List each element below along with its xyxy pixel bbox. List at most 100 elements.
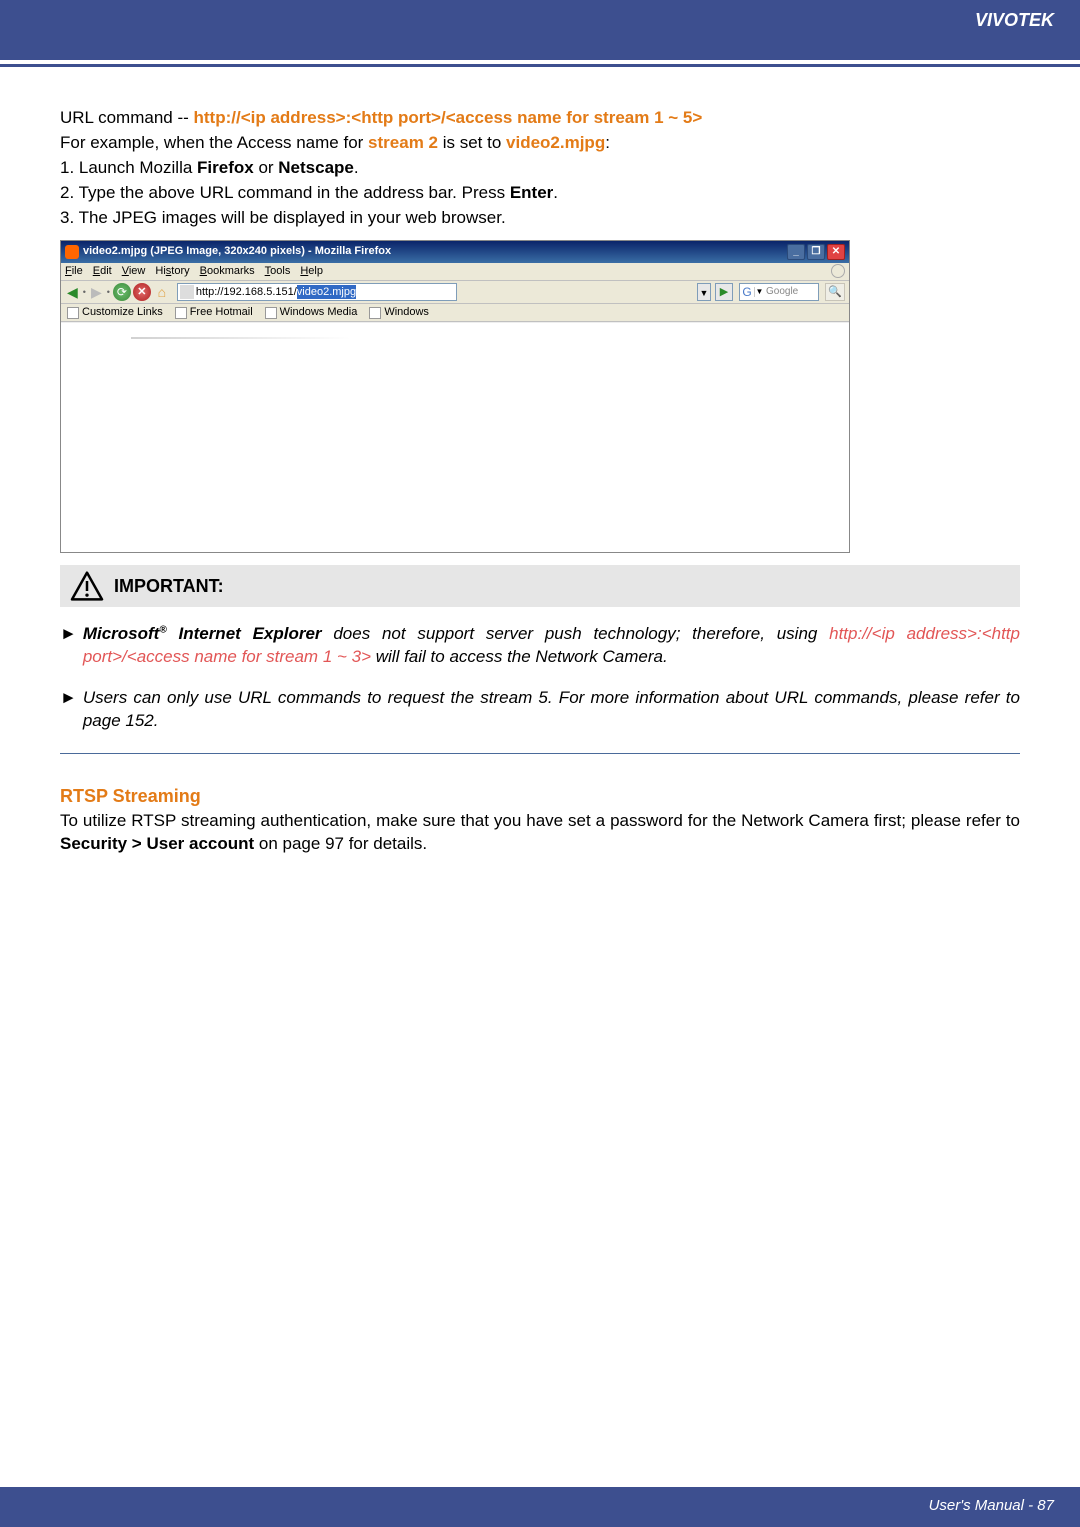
separator-icon: • bbox=[82, 286, 87, 298]
header-band: VIVOTEK bbox=[0, 0, 1080, 60]
text: or bbox=[254, 158, 279, 177]
titlebar-left: video2.mjpg (JPEG Image, 320x240 pixels)… bbox=[65, 244, 391, 259]
browser-menubar: File Edit View History Bookmarks Tools H… bbox=[61, 263, 849, 281]
text: 1. Launch Mozilla bbox=[60, 158, 197, 177]
rtsp-section: RTSP Streaming To utilize RTSP streaming… bbox=[60, 784, 1020, 856]
text: . bbox=[354, 158, 359, 177]
registered-mark: ® bbox=[159, 625, 166, 636]
warning-icon bbox=[70, 571, 104, 601]
ie-bold: Internet Explorer bbox=[167, 624, 322, 643]
important-body: ► Microsoft® Internet Explorer does not … bbox=[60, 623, 1020, 733]
text: is set to bbox=[438, 133, 506, 152]
browser-viewport bbox=[61, 322, 849, 552]
important-bullet-2: ► Users can only use URL commands to req… bbox=[60, 687, 1020, 733]
separator-icon: • bbox=[106, 286, 111, 298]
firefox-icon bbox=[65, 245, 79, 259]
browser-screenshot: video2.mjpg (JPEG Image, 320x240 pixels)… bbox=[60, 240, 850, 554]
firefox-bold: Firefox bbox=[197, 158, 254, 177]
go-button[interactable]: ▶ bbox=[715, 283, 733, 301]
bullet-text: Microsoft® Internet Explorer does not su… bbox=[83, 623, 1020, 669]
browser-titlebar: video2.mjpg (JPEG Image, 320x240 pixels)… bbox=[61, 241, 849, 263]
enter-bold: Enter bbox=[510, 183, 553, 202]
bullet-marker: ► bbox=[60, 687, 77, 733]
text: 2. Type the above URL command in the add… bbox=[60, 183, 510, 202]
page-content: URL command -- http://<ip address>:<http… bbox=[0, 67, 1080, 856]
maximize-button[interactable]: ❐ bbox=[807, 244, 825, 260]
url-prefix: URL command -- bbox=[60, 108, 194, 127]
address-url: http://192.168.5.151/video2.mjpg bbox=[196, 285, 356, 300]
netscape-bold: Netscape bbox=[278, 158, 354, 177]
footer-band: User's Manual - 87 bbox=[0, 1487, 1080, 1527]
page-icon bbox=[265, 307, 277, 319]
address-selected-text: video2.mjpg bbox=[297, 285, 356, 300]
rtsp-body: To utilize RTSP streaming authentication… bbox=[60, 810, 1020, 856]
minimize-button[interactable]: _ bbox=[787, 244, 805, 260]
search-loupe-button[interactable]: 🔍 bbox=[825, 283, 845, 301]
text: : bbox=[605, 133, 610, 152]
menu-view[interactable]: View bbox=[122, 264, 146, 279]
menu-file[interactable]: File bbox=[65, 264, 83, 279]
step1: 1. Launch Mozilla Firefox or Netscape. bbox=[60, 157, 1020, 180]
text: . bbox=[553, 183, 558, 202]
url-command-line: URL command -- http://<ip address>:<http… bbox=[60, 107, 1020, 130]
home-button[interactable]: ⌂ bbox=[153, 283, 171, 301]
text: does not support server push technology;… bbox=[322, 624, 830, 643]
bookmark-free-hotmail[interactable]: Free Hotmail bbox=[175, 305, 253, 320]
bookmark-windows[interactable]: Windows bbox=[369, 305, 429, 320]
menu-tools[interactable]: Tools bbox=[265, 264, 291, 279]
window-title: video2.mjpg (JPEG Image, 320x240 pixels)… bbox=[83, 244, 391, 259]
example-line: For example, when the Access name for st… bbox=[60, 132, 1020, 155]
step2: 2. Type the above URL command in the add… bbox=[60, 182, 1020, 205]
text: will fail to access the Network Camera. bbox=[371, 647, 668, 666]
bookmark-label: Free Hotmail bbox=[190, 305, 253, 320]
browser-toolbar: ◀ • ▶ • ⟳ ✕ ⌂ http://192.168.5.151/video… bbox=[61, 281, 849, 305]
brand-label: VIVOTEK bbox=[975, 10, 1054, 30]
menu-bookmarks[interactable]: Bookmarks bbox=[200, 264, 255, 279]
bookmark-windows-media[interactable]: Windows Media bbox=[265, 305, 358, 320]
menu-edit[interactable]: Edit bbox=[93, 264, 112, 279]
bullet-text: Users can only use URL commands to reque… bbox=[83, 687, 1020, 733]
step3: 3. The JPEG images will be displayed in … bbox=[60, 207, 1020, 230]
reload-button[interactable]: ⟳ bbox=[113, 283, 131, 301]
url-command-text: http://<ip address>:<http port>/<access … bbox=[194, 108, 703, 127]
bookmarks-toolbar: Customize Links Free Hotmail Windows Med… bbox=[61, 304, 849, 322]
important-bullet-1: ► Microsoft® Internet Explorer does not … bbox=[60, 623, 1020, 669]
bookmark-label: Windows Media bbox=[280, 305, 358, 320]
bookmark-label: Windows bbox=[384, 305, 429, 320]
page-icon bbox=[175, 307, 187, 319]
text: For example, when the Access name for bbox=[60, 133, 368, 152]
search-placeholder: Google bbox=[764, 285, 818, 299]
text: on page 97 for details. bbox=[254, 834, 427, 853]
important-callout: IMPORTANT: bbox=[60, 565, 1020, 607]
rtsp-heading: RTSP Streaming bbox=[60, 784, 1020, 808]
bookmark-label: Customize Links bbox=[82, 305, 163, 320]
stream2-label: stream 2 bbox=[368, 133, 438, 152]
menu-help[interactable]: Help bbox=[300, 264, 323, 279]
footer-text: User's Manual - 87 bbox=[929, 1497, 1054, 1514]
address-dropdown-button[interactable]: ▼ bbox=[697, 283, 711, 301]
text: To utilize RTSP streaming authentication… bbox=[60, 811, 1020, 830]
search-bar[interactable]: G ▼ Google bbox=[739, 283, 819, 301]
menu-history[interactable]: History bbox=[155, 264, 189, 279]
image-placeholder bbox=[131, 337, 351, 339]
window-controls: _ ❐ ✕ bbox=[787, 244, 845, 260]
address-text: http://192.168.5.151/ bbox=[196, 285, 297, 300]
bookmark-customize-links[interactable]: Customize Links bbox=[67, 305, 163, 320]
stop-button[interactable]: ✕ bbox=[133, 283, 151, 301]
important-heading: IMPORTANT: bbox=[114, 574, 224, 598]
throbber-icon bbox=[831, 264, 845, 278]
section-divider bbox=[60, 753, 1020, 754]
page-icon bbox=[180, 285, 194, 299]
google-icon: G bbox=[740, 285, 754, 299]
search-engine-dropdown[interactable]: ▼ bbox=[754, 287, 764, 298]
security-path-bold: Security > User account bbox=[60, 834, 254, 853]
back-button[interactable]: ◀ bbox=[65, 283, 80, 302]
bullet-marker: ► bbox=[60, 623, 77, 669]
page-icon bbox=[67, 307, 79, 319]
video2-label: video2.mjpg bbox=[506, 133, 605, 152]
forward-button[interactable]: ▶ bbox=[89, 283, 104, 302]
ms-bold: Microsoft bbox=[83, 624, 160, 643]
close-button[interactable]: ✕ bbox=[827, 244, 845, 260]
address-bar[interactable]: http://192.168.5.151/video2.mjpg bbox=[177, 283, 457, 301]
page-icon bbox=[369, 307, 381, 319]
